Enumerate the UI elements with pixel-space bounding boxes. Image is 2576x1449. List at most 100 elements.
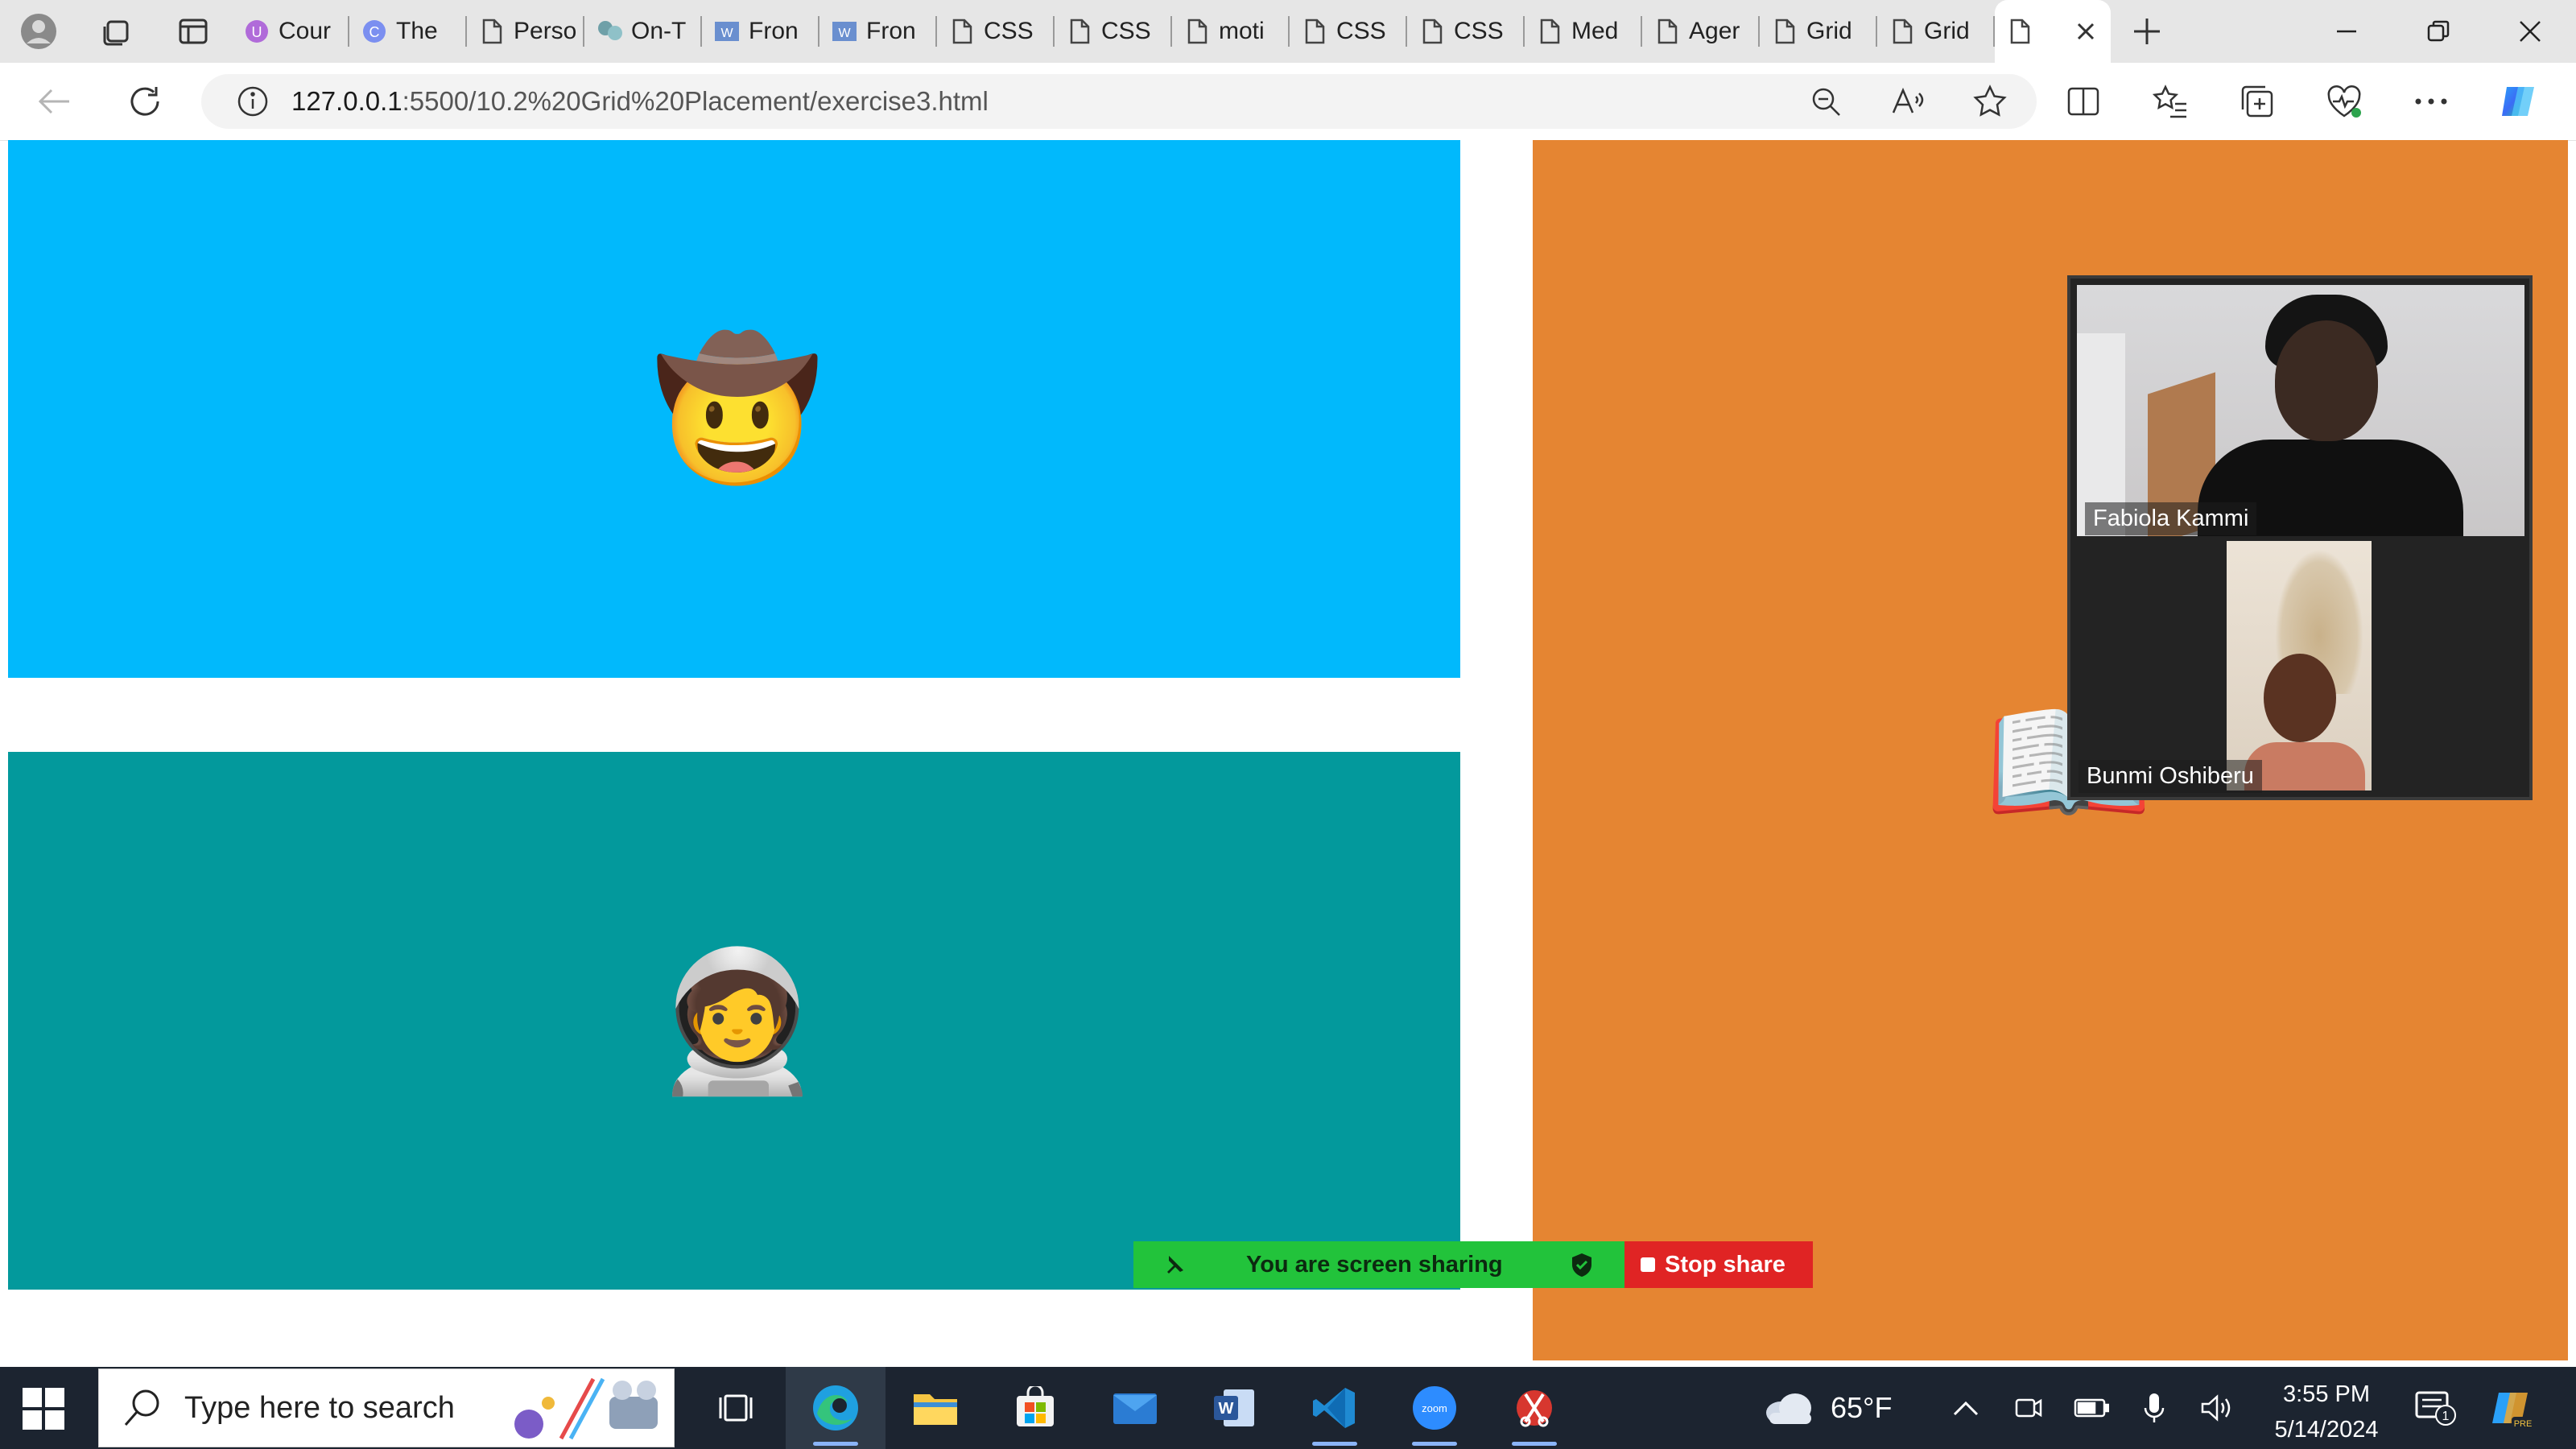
face-shape [2264, 654, 2336, 742]
teams-icon [596, 18, 623, 45]
url-text[interactable]: 127.0.0.1:5500/10.2%20Grid%20Placement/e… [291, 86, 989, 117]
taskbar-clock[interactable]: 3:55 PM 5/14/2024 [2254, 1377, 2399, 1447]
zoom-out-icon[interactable] [1803, 79, 1848, 124]
task-view-icon[interactable] [686, 1367, 786, 1449]
mail-icon[interactable] [1085, 1367, 1185, 1449]
split-screen-icon[interactable] [2061, 79, 2106, 124]
tab-course[interactable]: U Cour [232, 0, 349, 63]
tab-grid-2[interactable]: Grid [1877, 0, 1995, 63]
tab-moti[interactable]: moti [1172, 0, 1290, 63]
tab-perso[interactable]: Perso [467, 0, 584, 63]
screen-share-bar: You are screen sharing Stop share [1133, 1241, 1813, 1288]
favorites-icon[interactable] [2148, 79, 2193, 124]
refresh-icon[interactable] [122, 79, 167, 124]
stop-square-icon [1641, 1257, 1655, 1272]
microphone-icon[interactable] [2136, 1390, 2172, 1426]
person-shape [2244, 742, 2365, 791]
meet-now-icon[interactable] [2011, 1390, 2046, 1426]
taskbar-search-box[interactable]: Type here to search [98, 1368, 675, 1447]
page-icon [2006, 18, 2033, 45]
tab-css-1[interactable]: CSS [937, 0, 1055, 63]
participant-video-2[interactable] [2227, 541, 2372, 791]
browser-essentials-icon[interactable] [2322, 79, 2367, 124]
favorite-star-icon[interactable] [1967, 79, 2013, 124]
tab-css-2[interactable]: CSS [1055, 0, 1172, 63]
svg-text:W: W [720, 27, 733, 40]
participant-name-2: Bunmi Oshiberu [2079, 760, 2262, 793]
participant-video-1[interactable]: Fabiola Kammi [2077, 285, 2524, 536]
tab-fron-1[interactable]: W Fron [702, 0, 819, 63]
window-controls [2301, 0, 2576, 63]
page-icon [478, 18, 506, 45]
vscode-icon[interactable] [1285, 1367, 1385, 1449]
snipping-tool-icon[interactable] [1484, 1367, 1584, 1449]
vertical-tabs-icon[interactable] [155, 0, 232, 63]
close-tab-icon[interactable] [2072, 18, 2099, 45]
word-icon: W [713, 18, 741, 45]
face-shape [2275, 320, 2378, 441]
profile-avatar-icon[interactable] [0, 0, 77, 63]
zoom-video-panel[interactable]: Fabiola Kammi Bunmi Oshiberu [2067, 275, 2533, 800]
search-icon [124, 1389, 159, 1426]
address-bar[interactable]: 127.0.0.1:5500/10.2%20Grid%20Placement/e… [201, 74, 2037, 129]
page-icon [1536, 18, 1563, 45]
stop-share-button[interactable]: Stop share [1624, 1241, 1813, 1288]
tab-css-4[interactable]: CSS [1407, 0, 1525, 63]
pin-icon[interactable] [1161, 1251, 1188, 1278]
astronaut-emoji: 🧑‍🚀 [652, 942, 823, 1101]
tab-active[interactable] [1995, 0, 2111, 63]
copilot-icon[interactable] [2496, 79, 2541, 124]
minimize-icon[interactable] [2301, 0, 2392, 63]
copilot-taskbar-icon[interactable]: PRE [2487, 1385, 2536, 1433]
page-icon [948, 18, 976, 45]
tab-css-3[interactable]: CSS [1290, 0, 1407, 63]
tab-on-t[interactable]: On-T [584, 0, 702, 63]
sharing-status[interactable]: You are screen sharing [1133, 1241, 1624, 1288]
cowboy-emoji: 🤠 [652, 330, 823, 489]
windows-taskbar: Type here to search W zoom 65°F 3:55 PM … [0, 1367, 2576, 1449]
collections-icon[interactable] [2235, 79, 2280, 124]
svg-text:U: U [252, 24, 262, 40]
workspaces-icon[interactable] [77, 0, 155, 63]
participant-name-1: Fabiola Kammi [2085, 502, 2257, 535]
system-tray: 65°F [1763, 1367, 2235, 1449]
edge-taskbar-icon[interactable] [786, 1367, 886, 1449]
notification-icon[interactable]: 1 [2415, 1389, 2457, 1426]
page-icon [1183, 18, 1211, 45]
zoom-taskbar-icon[interactable]: zoom [1385, 1367, 1484, 1449]
word-taskbar-icon[interactable]: W [1185, 1367, 1285, 1449]
back-arrow-icon[interactable] [32, 79, 77, 124]
page-icon [1418, 18, 1446, 45]
cloud-icon [1766, 1393, 1811, 1424]
svg-text:zoom: zoom [1422, 1402, 1447, 1414]
volume-icon[interactable] [2199, 1390, 2235, 1426]
new-tab-icon[interactable] [2111, 0, 2183, 63]
shield-check-icon [1568, 1251, 1596, 1278]
svg-text:PRE: PRE [2514, 1419, 2533, 1429]
windows-start-icon[interactable] [21, 1386, 66, 1431]
read-aloud-icon[interactable] [1885, 79, 1930, 124]
copilot-c-icon: C [361, 18, 388, 45]
microsoft-store-icon[interactable] [985, 1367, 1085, 1449]
tab-the[interactable]: C The [349, 0, 467, 63]
page-icon [1066, 18, 1093, 45]
svg-text:C: C [369, 24, 380, 40]
restore-icon[interactable] [2392, 0, 2484, 63]
site-info-icon[interactable] [230, 79, 275, 124]
more-options-icon[interactable] [2409, 79, 2454, 124]
tab-fron-2[interactable]: W Fron [819, 0, 937, 63]
battery-icon[interactable] [2074, 1390, 2110, 1426]
taskbar-apps: W zoom [686, 1367, 1584, 1449]
chevron-up-icon[interactable] [1948, 1390, 1984, 1426]
notification-count: 1 [2442, 1410, 2450, 1423]
close-window-icon[interactable] [2484, 0, 2576, 63]
word-icon: W [831, 18, 858, 45]
tab-med[interactable]: Med [1525, 0, 1642, 63]
tab-grid-1[interactable]: Grid [1760, 0, 1877, 63]
browser-toolbar: 127.0.0.1:5500/10.2%20Grid%20Placement/e… [0, 63, 2576, 141]
file-explorer-icon[interactable] [886, 1367, 985, 1449]
grid-item-cowboy: 🤠 [8, 140, 1460, 678]
tab-ager[interactable]: Ager [1642, 0, 1760, 63]
svg-text:W: W [1219, 1400, 1234, 1418]
weather-widget[interactable]: 65°F [1763, 1390, 1892, 1426]
